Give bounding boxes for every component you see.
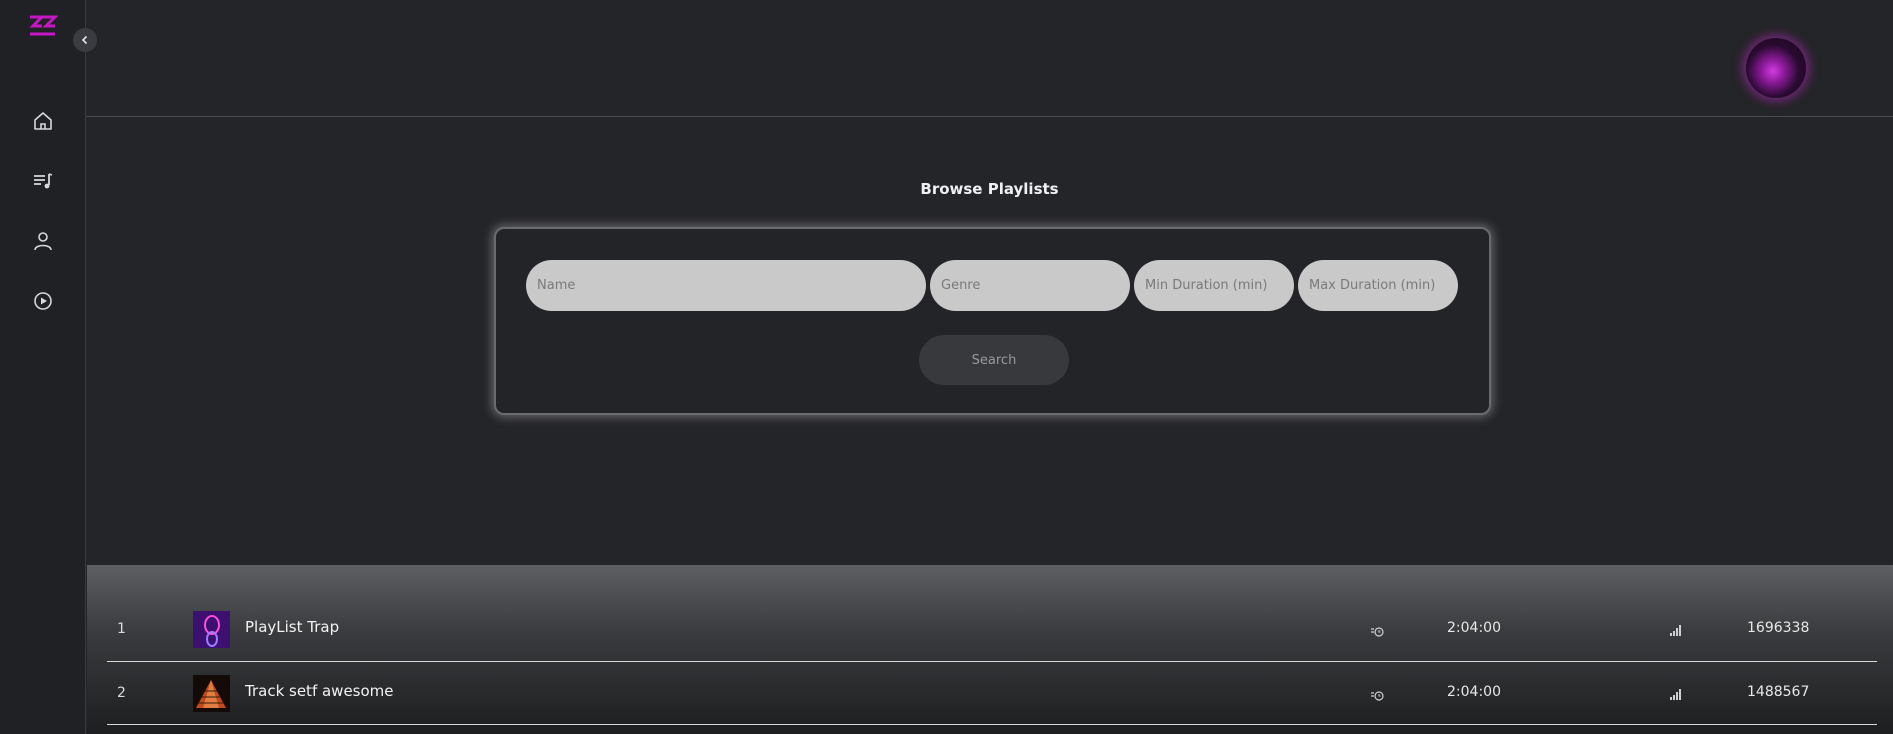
playlist-name: PlayList Trap — [245, 618, 340, 636]
sidebar — [0, 0, 86, 734]
user-icon[interactable] — [32, 230, 54, 252]
search-card: Search — [494, 227, 1491, 415]
chevron-left-icon — [81, 35, 88, 45]
name-input[interactable] — [526, 260, 926, 311]
row-index: 2 — [117, 685, 126, 701]
home-icon[interactable] — [32, 110, 54, 132]
collapse-sidebar-button[interactable] — [73, 28, 97, 52]
search-button[interactable]: Search — [919, 335, 1069, 385]
clock-icon — [1371, 691, 1384, 701]
min-duration-input[interactable] — [1134, 260, 1294, 311]
play-circle-icon[interactable] — [32, 290, 54, 312]
max-duration-input[interactable] — [1298, 260, 1458, 311]
user-avatar[interactable] — [1746, 38, 1806, 98]
signal-bars-icon — [1670, 689, 1681, 700]
playlist-results: 1 PlayList Trap 2:04:00 1696338 2 Track … — [87, 565, 1893, 734]
table-row[interactable]: 1 PlayList Trap 2:04:00 1696338 — [107, 599, 1877, 662]
playlist-thumbnail — [193, 675, 230, 712]
clock-icon — [1371, 627, 1384, 637]
row-index: 1 — [117, 621, 126, 637]
play-count: 1488567 — [1747, 684, 1810, 700]
genre-input[interactable] — [930, 260, 1130, 311]
playlist-name: Track setf awesome — [245, 682, 394, 700]
playlist-thumbnail — [193, 611, 230, 648]
signal-bars-icon — [1670, 625, 1681, 636]
top-header — [86, 0, 1893, 117]
page-title: Browse Playlists — [920, 180, 1059, 198]
playlist-duration: 2:04:00 — [1447, 620, 1501, 636]
playlist-duration: 2:04:00 — [1447, 684, 1501, 700]
play-count: 1696338 — [1747, 620, 1810, 636]
table-row[interactable]: 2 Track setf awesome 2:04:00 1488567 — [107, 662, 1877, 725]
zz-logo[interactable] — [28, 14, 58, 40]
